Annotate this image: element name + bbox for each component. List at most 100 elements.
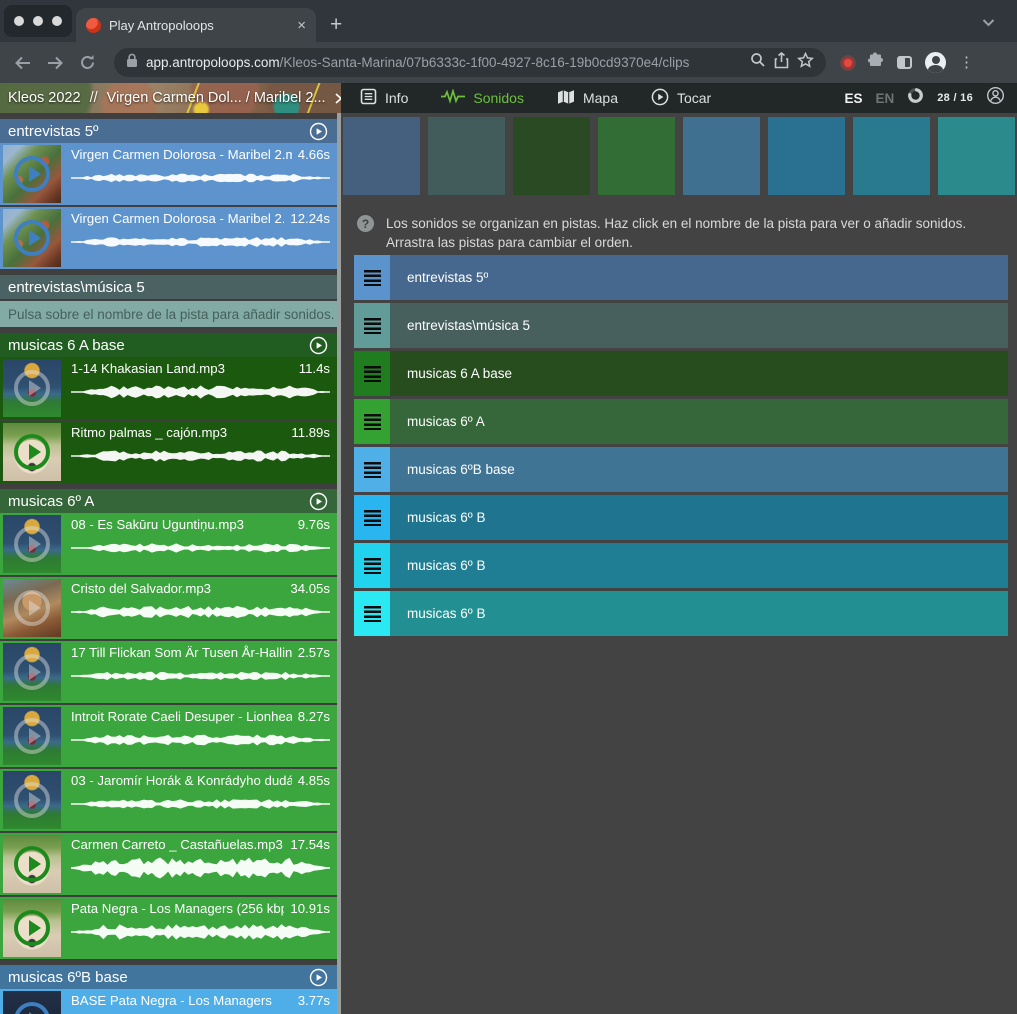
side-panel-icon[interactable] xyxy=(897,56,912,69)
section-title[interactable]: entrevistas 5º xyxy=(8,123,99,140)
clip-thumbnail[interactable] xyxy=(3,835,61,893)
palette-square[interactable] xyxy=(768,117,845,195)
clip-play-ring-icon[interactable] xyxy=(14,370,50,406)
track-label[interactable]: entrevistas\música 5 xyxy=(390,303,530,348)
clip-name[interactable]: Virgen Carmen Dolorosa - Maribel 2.mp3 xyxy=(71,211,284,226)
track-label[interactable]: musicas 6ºB base xyxy=(390,447,515,492)
clip-name[interactable]: Pata Negra - Los Managers (256 kbps).mp3 xyxy=(71,901,284,916)
track-row[interactable]: entrevistas 5º xyxy=(354,255,1008,300)
clip-row[interactable]: 17 Till Flickan Som Är Tusen År-Halling … xyxy=(0,641,337,703)
clip-waveform[interactable] xyxy=(71,664,330,693)
clip-thumbnail[interactable] xyxy=(3,991,61,1014)
tab-info[interactable]: Info xyxy=(360,88,408,108)
section-play-button[interactable] xyxy=(309,492,328,511)
clip-play-ring-icon[interactable] xyxy=(14,434,50,470)
clip-name[interactable]: Introit Rorate Caeli Desuper - Lionheart… xyxy=(71,709,292,724)
clip-row[interactable]: Introit Rorate Caeli Desuper - Lionheart… xyxy=(0,705,337,767)
clip-name[interactable]: Cristo del Salvador.mp3 xyxy=(71,581,284,596)
section-play-button[interactable] xyxy=(309,968,328,987)
clip-name[interactable]: 08 - Es Sakūru Uguntiņu.mp3 xyxy=(71,517,292,532)
clip-waveform[interactable] xyxy=(71,230,330,259)
clip-waveform[interactable] xyxy=(71,792,330,821)
clip-row[interactable]: Virgen Carmen Dolorosa - Maribel 2.mp3 1… xyxy=(0,207,337,269)
lang-en[interactable]: EN xyxy=(875,91,894,106)
track-label[interactable]: musicas 6º A xyxy=(390,399,485,444)
track-drag-handle[interactable] xyxy=(354,495,390,540)
track-drag-handle[interactable] xyxy=(354,591,390,636)
track-row[interactable]: musicas 6º B xyxy=(354,543,1008,588)
track-label[interactable]: musicas 6º B xyxy=(390,495,485,540)
breadcrumb-path[interactable]: Virgen Carmen Dol... / Maribel 2... xyxy=(107,90,326,106)
clip-name[interactable]: 1-14 Khakasian Land.mp3 xyxy=(71,361,293,376)
track-row[interactable]: musicas 6º B xyxy=(354,591,1008,636)
palette-square[interactable] xyxy=(513,117,590,195)
clip-waveform[interactable] xyxy=(71,380,330,409)
clip-row[interactable]: BASE Pata Negra - Los Managers 3.77s xyxy=(0,989,337,1014)
track-label[interactable]: entrevistas 5º xyxy=(390,255,488,300)
new-tab-button[interactable]: + xyxy=(330,13,342,37)
track-label[interactable]: musicas 6º B xyxy=(390,591,485,636)
clip-name[interactable]: Ritmo palmas _ cajón.mp3 xyxy=(71,425,285,440)
reload-button[interactable] xyxy=(74,54,100,71)
clip-thumbnail[interactable] xyxy=(3,209,61,267)
menu-kebab-icon[interactable]: ⋮ xyxy=(959,55,974,70)
clip-thumbnail[interactable] xyxy=(3,771,61,829)
track-row[interactable]: musicas 6ºB base xyxy=(354,447,1008,492)
profile-avatar[interactable] xyxy=(925,52,946,73)
track-drag-handle[interactable] xyxy=(354,351,390,396)
clip-thumbnail[interactable] xyxy=(3,707,61,765)
clip-name[interactable]: 03 - Jaromír Horák & Konrádyho dudácká .… xyxy=(71,773,292,788)
breadcrumb[interactable]: Kleos 2022 // Virgen Carmen Dol... / Mar… xyxy=(0,83,341,113)
track-label[interactable]: musicas 6º B xyxy=(390,543,485,588)
section-title[interactable]: musicas 6º A xyxy=(8,493,94,510)
track-row[interactable]: musicas 6º A xyxy=(354,399,1008,444)
track-drag-handle[interactable] xyxy=(354,255,390,300)
clip-play-ring-icon[interactable] xyxy=(14,846,50,882)
section-title[interactable]: musicas 6ºB base xyxy=(8,969,128,986)
clip-thumbnail[interactable] xyxy=(3,423,61,481)
section-play-button[interactable] xyxy=(309,122,328,141)
palette-square[interactable] xyxy=(683,117,760,195)
tab-search-chevron-icon[interactable] xyxy=(982,14,995,32)
clip-play-ring-icon[interactable] xyxy=(14,718,50,754)
track-row[interactable]: entrevistas\música 5 xyxy=(354,303,1008,348)
track-row[interactable]: musicas 6 A base xyxy=(354,351,1008,396)
palette-square[interactable] xyxy=(853,117,930,195)
clip-thumbnail[interactable] xyxy=(3,899,61,957)
section-title[interactable]: musicas 6 A base xyxy=(8,337,125,354)
clip-play-ring-icon[interactable] xyxy=(14,910,50,946)
track-row[interactable]: musicas 6º B xyxy=(354,495,1008,540)
clip-play-ring-icon[interactable] xyxy=(14,654,50,690)
section-header[interactable]: musicas 6ºB base xyxy=(0,965,337,989)
back-button[interactable] xyxy=(10,55,36,71)
clip-play-ring-icon[interactable] xyxy=(14,156,50,192)
clip-waveform[interactable] xyxy=(71,444,330,473)
recording-extension-icon[interactable] xyxy=(842,57,854,69)
section-header[interactable]: entrevistas\música 5 xyxy=(0,275,337,299)
clip-play-ring-icon[interactable] xyxy=(14,782,50,818)
clip-waveform[interactable] xyxy=(71,536,330,565)
clip-row[interactable]: 03 - Jaromír Horák & Konrádyho dudácká .… xyxy=(0,769,337,831)
lang-es[interactable]: ES xyxy=(844,91,862,106)
close-window-button[interactable] xyxy=(14,16,24,26)
track-label[interactable]: musicas 6 A base xyxy=(390,351,512,396)
tab-sonidos[interactable]: Sonidos xyxy=(441,89,524,107)
clip-row[interactable]: Cristo del Salvador.mp3 34.05s xyxy=(0,577,337,639)
section-play-button[interactable] xyxy=(309,336,328,355)
clip-play-ring-icon[interactable] xyxy=(14,1002,50,1014)
track-drag-handle[interactable] xyxy=(354,399,390,444)
clip-thumbnail[interactable] xyxy=(3,643,61,701)
zoom-window-button[interactable] xyxy=(52,16,62,26)
tab-mapa[interactable]: Mapa xyxy=(557,89,618,108)
clip-row[interactable]: 1-14 Khakasian Land.mp3 11.4s xyxy=(0,357,337,419)
clip-name[interactable]: Virgen Carmen Dolorosa - Maribel 2.mp3 xyxy=(71,147,292,162)
minimize-window-button[interactable] xyxy=(33,16,43,26)
clip-play-ring-icon[interactable] xyxy=(14,526,50,562)
section-title[interactable]: entrevistas\música 5 xyxy=(8,279,145,296)
clip-thumbnail[interactable] xyxy=(3,359,61,417)
clip-row[interactable]: Ritmo palmas _ cajón.mp3 11.89s xyxy=(0,421,337,483)
bookmark-star-icon[interactable] xyxy=(797,52,814,73)
track-drag-handle[interactable] xyxy=(354,303,390,348)
clip-waveform[interactable] xyxy=(71,856,330,885)
breadcrumb-project[interactable]: Kleos 2022 xyxy=(8,90,81,106)
